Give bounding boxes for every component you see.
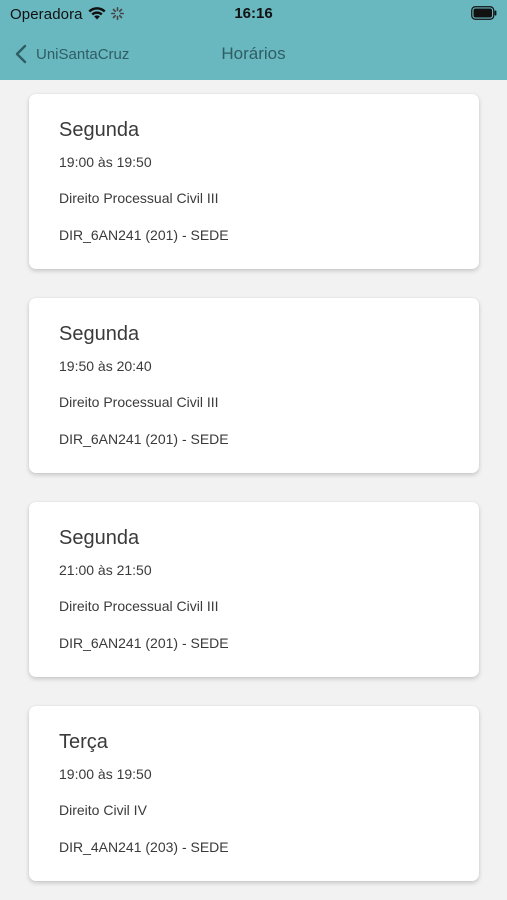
schedule-subject: Direito Processual Civil III xyxy=(59,190,219,206)
navigation-bar: UniSantaCruz Horários xyxy=(0,30,507,80)
schedule-time: 21:00 às 21:50 xyxy=(59,562,152,578)
schedule-day: Terça xyxy=(59,731,108,753)
status-bar: Operadora 16:16 xyxy=(0,0,507,30)
schedule-card[interactable]: Terça 19:00 às 19:50 Direito Civil IV DI… xyxy=(29,706,479,881)
top-bar: Operadora 16:16 UniSantaCruz Horários xyxy=(0,0,507,80)
schedule-card[interactable]: Segunda 21:00 às 21:50 Direito Processua… xyxy=(29,502,479,677)
schedule-list: Segunda 19:00 às 19:50 Direito Processua… xyxy=(0,80,507,900)
schedule-class: DIR_6AN241 (201) - SEDE xyxy=(59,635,229,651)
schedule-time: 19:00 às 19:50 xyxy=(59,766,152,782)
schedule-day: Segunda xyxy=(59,527,140,549)
schedule-class: DIR_6AN241 (201) - SEDE xyxy=(59,431,229,447)
schedule-day: Segunda xyxy=(59,119,140,141)
schedule-class: DIR_4AN241 (203) - SEDE xyxy=(59,839,229,855)
page-title: Horários xyxy=(221,44,286,63)
schedule-subject: Direito Processual Civil III xyxy=(59,598,219,614)
schedule-card[interactable]: Segunda 19:00 às 19:50 Direito Processua… xyxy=(29,94,479,269)
battery-icon xyxy=(471,6,497,20)
schedule-time: 19:50 às 20:40 xyxy=(59,358,152,374)
schedule-time: 19:00 às 19:50 xyxy=(59,154,152,170)
schedule-card[interactable]: Segunda 19:50 às 20:40 Direito Processua… xyxy=(29,298,479,473)
schedule-day: Segunda xyxy=(59,323,140,345)
schedule-subject: Direito Processual Civil III xyxy=(59,394,219,410)
status-time: 16:16 xyxy=(234,5,273,22)
schedule-subject: Direito Civil IV xyxy=(59,802,147,818)
schedule-class: DIR_6AN241 (201) - SEDE xyxy=(59,227,229,243)
